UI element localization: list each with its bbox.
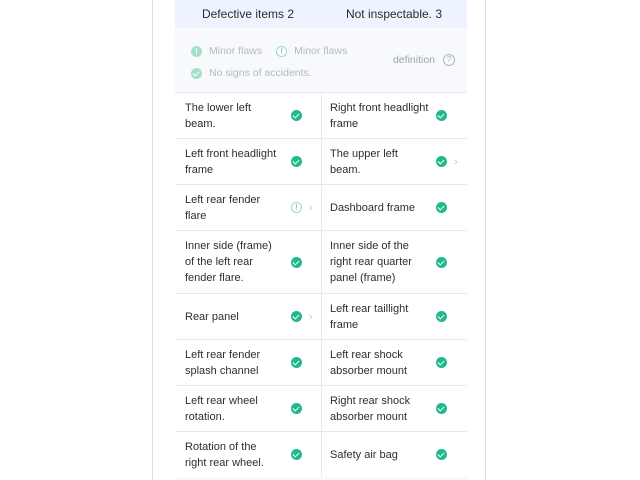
inspection-item-label: Safety air bag bbox=[330, 448, 398, 461]
inspection-item: Left front headlight frame bbox=[175, 139, 320, 184]
check-circle-icon bbox=[191, 67, 202, 79]
inspection-item-label: Left front headlight frame bbox=[185, 147, 277, 176]
check-circle-icon bbox=[436, 449, 447, 460]
check-circle-icon bbox=[436, 110, 447, 121]
inspection-item[interactable]: The upper left beam. › bbox=[321, 139, 467, 184]
definition-link[interactable]: definition ? bbox=[393, 54, 455, 66]
inspection-item-label: Left rear wheel rotation. bbox=[185, 394, 258, 423]
defective-items-count[interactable]: Defective items 2 bbox=[175, 6, 321, 22]
table-row: Left rear fender flare › Dashboard frame bbox=[175, 184, 467, 230]
legend-minor-flaws: Minor flaws bbox=[191, 44, 262, 58]
inspection-item[interactable]: Left rear fender flare › bbox=[175, 185, 320, 230]
inspection-item: Safety air bag bbox=[321, 432, 467, 477]
table-row: Rotation of the right rear wheel. Safety … bbox=[175, 431, 467, 477]
legend-label: Minor flaws bbox=[209, 45, 263, 57]
table-row: Left rear wheel rotation. Right rear shoc… bbox=[175, 385, 467, 431]
inspection-item: Left rear fender splash channel bbox=[175, 340, 320, 385]
inspection-item: Left rear shock absorber mount bbox=[321, 340, 467, 385]
check-circle-icon bbox=[291, 357, 302, 368]
legend-no-accidents: No signs of accidents. bbox=[191, 66, 312, 80]
minor-flaw-icon bbox=[191, 45, 202, 57]
inspection-item: The lower left beam. bbox=[175, 93, 320, 138]
legend-label: Minor flaws bbox=[294, 45, 348, 57]
check-circle-icon bbox=[436, 357, 447, 368]
chevron-right-icon[interactable]: › bbox=[309, 310, 313, 324]
inspection-item-label: The lower left beam. bbox=[185, 101, 252, 130]
minor-flaw-outline-icon bbox=[276, 45, 288, 57]
inspection-item: Left rear taillight frame bbox=[321, 294, 467, 339]
inspection-item: Left rear wheel rotation. bbox=[175, 386, 320, 431]
legend-label: No signs of accidents. bbox=[209, 67, 312, 79]
definition-label: definition bbox=[392, 54, 435, 66]
chevron-right-icon[interactable]: › bbox=[309, 201, 313, 215]
table-row: Left front headlight frame The upper left… bbox=[175, 138, 467, 184]
inspection-item-label: Right rear shock absorber mount bbox=[330, 394, 411, 423]
inspection-item: Inner side (frame) of the left rear fend… bbox=[175, 231, 320, 293]
check-circle-icon bbox=[291, 403, 302, 414]
inspection-item-label: Left rear taillight frame bbox=[330, 302, 409, 331]
inspection-item-label: Right front headlight frame bbox=[330, 101, 429, 130]
inspection-item: Inner side of the right rear quarter pan… bbox=[321, 231, 467, 293]
minor-flaw-icon bbox=[291, 202, 302, 213]
check-circle-icon bbox=[436, 311, 447, 322]
legend-row-flaws: Minor flaws Minor flaws bbox=[191, 44, 361, 58]
table-row: The lower left beam. Right front headligh… bbox=[175, 92, 467, 138]
status-legend: Minor flaws Minor flaws No signs of acci… bbox=[175, 36, 467, 92]
check-circle-icon bbox=[291, 156, 302, 167]
check-circle-icon bbox=[436, 156, 447, 167]
check-circle-icon bbox=[436, 202, 447, 213]
inspection-item: Rotation of the right rear wheel. bbox=[175, 432, 320, 477]
check-circle-icon bbox=[291, 110, 302, 121]
inspection-item-label: Inner side of the right rear quarter pan… bbox=[330, 240, 412, 284]
summary-bar: Defective items 2 Not inspectable. 3 bbox=[175, 0, 467, 28]
not-inspectable-count[interactable]: Not inspectable. 3 bbox=[321, 6, 467, 22]
legend-row-accidents: No signs of accidents. bbox=[191, 66, 326, 80]
check-circle-icon bbox=[291, 449, 302, 460]
inspection-item-label: Rear panel bbox=[185, 310, 239, 323]
inspection-item-label: Inner side (frame) of the left rear fend… bbox=[185, 240, 272, 284]
inspection-grid: The lower left beam. Right front headligh… bbox=[175, 92, 467, 477]
report-frame: Defective items 2 Not inspectable. 3 Min… bbox=[152, 0, 486, 480]
table-row: Rear panel › Left rear taillight frame bbox=[175, 293, 467, 339]
inspection-item-label: Left rear shock absorber mount bbox=[330, 348, 408, 377]
inspection-item-label: Left rear fender flare bbox=[185, 193, 261, 222]
inspection-item-label: Dashboard frame bbox=[330, 201, 415, 214]
check-circle-icon bbox=[436, 403, 447, 414]
chevron-right-icon[interactable]: › bbox=[454, 155, 458, 169]
check-circle-icon bbox=[436, 256, 447, 268]
check-circle-icon bbox=[291, 256, 302, 268]
legend-minor-flaws-outline: Minor flaws bbox=[276, 44, 347, 58]
inspection-panel: Defective items 2 Not inspectable. 3 Min… bbox=[175, 0, 467, 480]
inspection-item-label: Left rear fender splash channel bbox=[185, 348, 261, 377]
check-circle-icon bbox=[291, 311, 302, 322]
inspection-item-label: Rotation of the right rear wheel. bbox=[185, 440, 264, 469]
inspection-item[interactable]: Rear panel › bbox=[175, 294, 320, 339]
table-row: Left rear fender splash channel Left rear… bbox=[175, 339, 467, 385]
inspection-item: Right front headlight frame bbox=[321, 93, 467, 138]
help-icon: ? bbox=[443, 54, 455, 66]
inspection-item-label: The upper left beam. bbox=[330, 147, 398, 176]
table-row: Inner side (frame) of the left rear fend… bbox=[175, 230, 467, 293]
inspection-item: Right rear shock absorber mount bbox=[321, 386, 467, 431]
inspection-item: Dashboard frame bbox=[321, 185, 467, 230]
